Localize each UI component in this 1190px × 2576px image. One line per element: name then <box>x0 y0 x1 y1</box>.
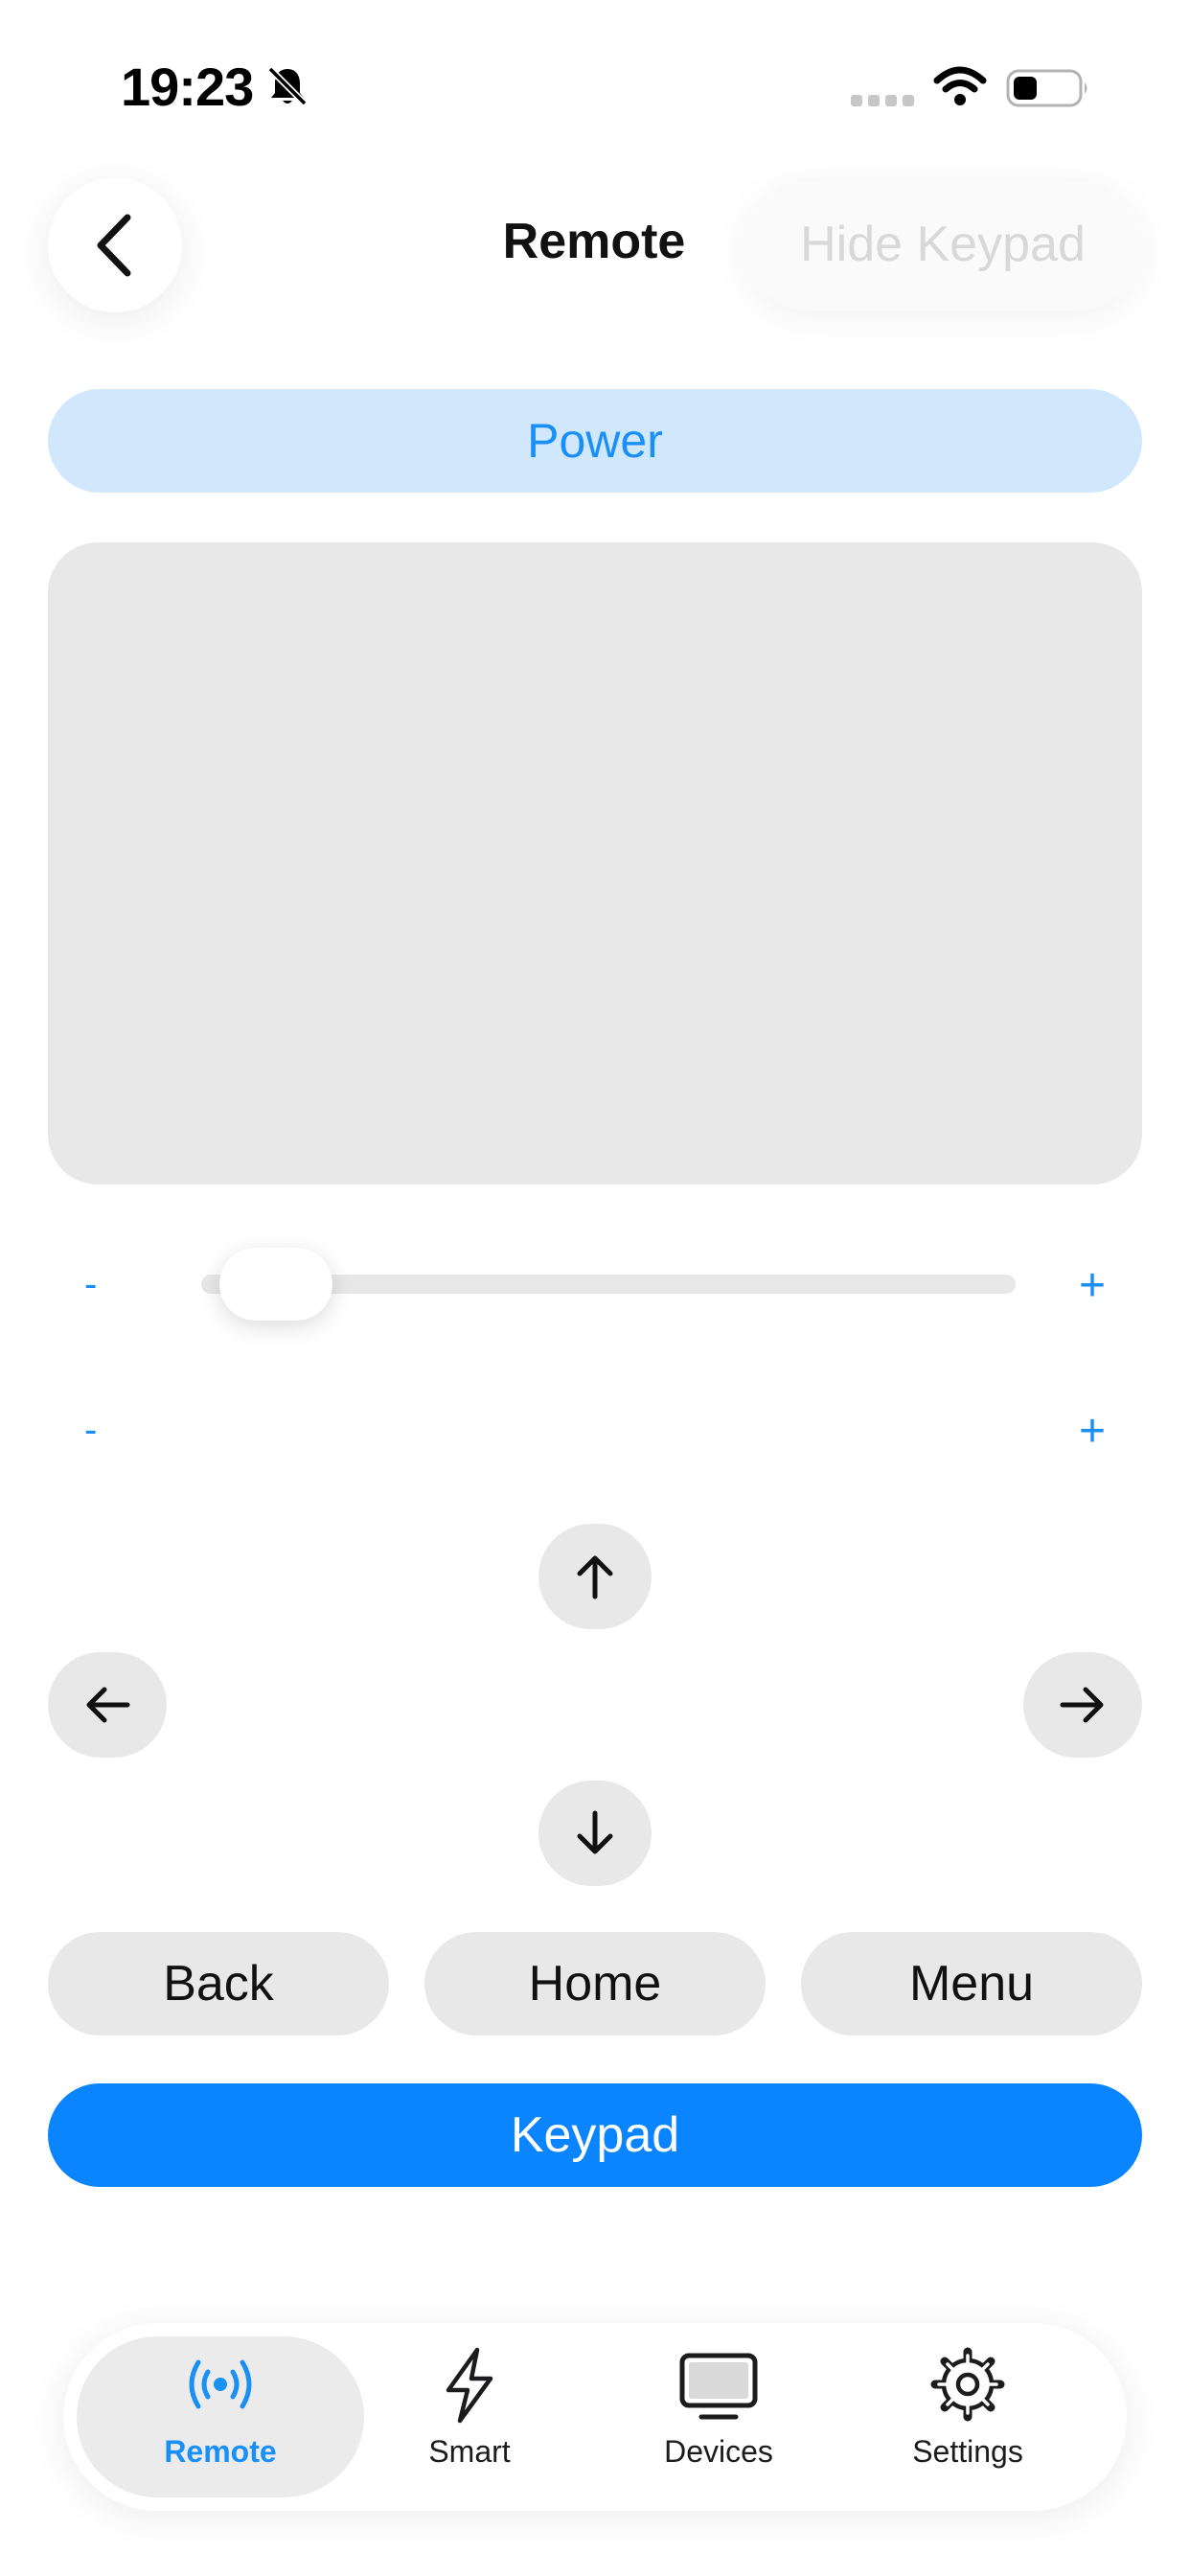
tab-label: Devices <box>664 2434 773 2469</box>
volume-slider-thumb[interactable] <box>219 1248 333 1321</box>
back-button[interactable] <box>48 178 182 312</box>
back-nav-button[interactable]: Back <box>48 1932 389 2036</box>
bolt-icon <box>446 2347 493 2424</box>
home-button[interactable]: Home <box>424 1932 766 2036</box>
bell-slash-icon <box>267 66 308 106</box>
dpad-down-button[interactable] <box>538 1781 652 1886</box>
channel-down-button[interactable]: - <box>84 1409 97 1452</box>
chevron-left-icon <box>97 214 131 277</box>
tab-settings[interactable]: Settings <box>853 2344 1083 2497</box>
cellular-signal-icon <box>851 95 914 106</box>
hide-keypad-button[interactable]: Hide Keypad <box>744 178 1142 310</box>
tab-smart[interactable]: Smart <box>355 2344 584 2497</box>
tab-devices[interactable]: Devices <box>604 2344 834 2497</box>
keypad-button[interactable]: Keypad <box>48 2083 1142 2187</box>
channel-up-button[interactable]: + <box>1079 1405 1106 1458</box>
dpad-right-button[interactable] <box>1023 1652 1142 1758</box>
battery-icon <box>1006 69 1087 107</box>
touchpad[interactable] <box>48 542 1142 1184</box>
status-time: 19:23 <box>121 57 254 117</box>
volume-down-button[interactable]: - <box>84 1263 97 1306</box>
arrow-left-icon <box>86 1687 130 1723</box>
tab-remote[interactable]: Remote <box>105 2344 335 2497</box>
tab-label: Remote <box>164 2434 277 2469</box>
tab-label: Smart <box>428 2434 511 2469</box>
arrow-down-icon <box>577 1810 613 1854</box>
page-title: Remote <box>502 214 686 269</box>
tab-label: Settings <box>912 2434 1023 2469</box>
wifi-icon <box>933 66 987 105</box>
dpad-left-button[interactable] <box>48 1652 167 1758</box>
volume-up-button[interactable]: + <box>1079 1259 1106 1312</box>
power-button[interactable]: Power <box>48 389 1142 493</box>
gear-icon <box>930 2347 1005 2422</box>
dpad-up-button[interactable] <box>538 1524 652 1629</box>
antenna-broadcast-icon <box>189 2359 252 2409</box>
arrow-right-icon <box>1060 1687 1104 1723</box>
arrow-up-icon <box>577 1555 613 1599</box>
tv-icon <box>679 2353 758 2420</box>
menu-button[interactable]: Menu <box>801 1932 1142 2036</box>
